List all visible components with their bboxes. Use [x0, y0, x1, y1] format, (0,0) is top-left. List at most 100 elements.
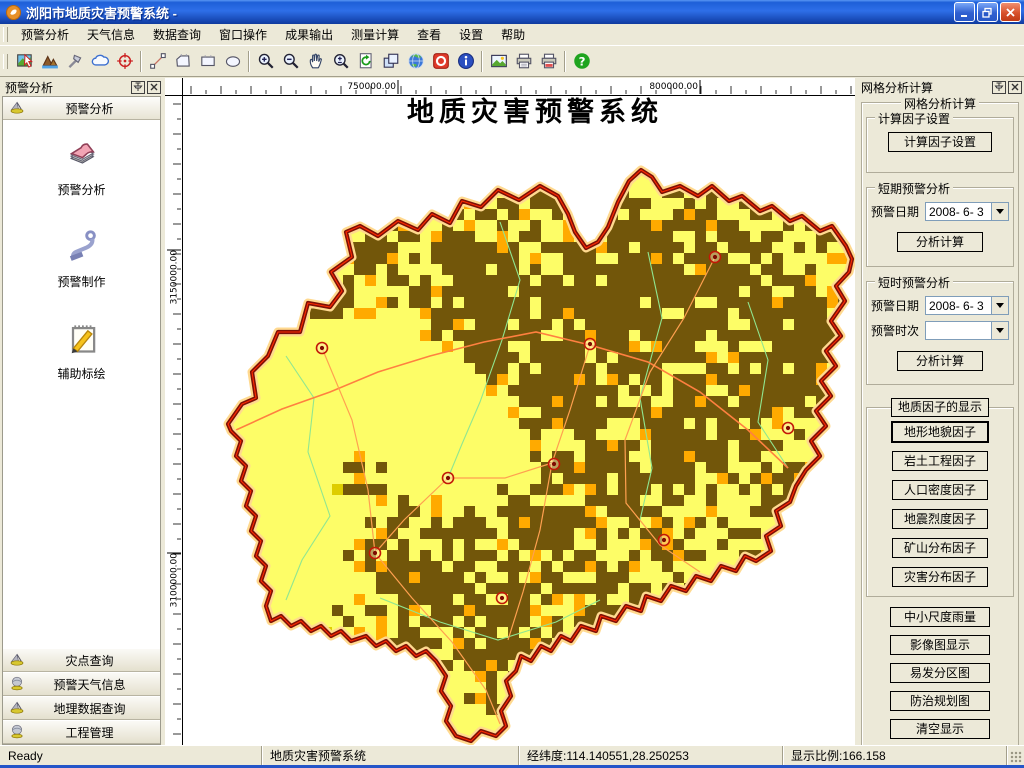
- menu-settings[interactable]: 设置: [450, 23, 492, 46]
- left-panel: 预警分析 预警分析 预警分析预警制作辅助标绘 灾点查询预警天气信息地理数据查询工…: [0, 78, 163, 745]
- map-document[interactable]: 750000.00800000.003150000.003100000.00 地…: [165, 78, 855, 745]
- stop-icon[interactable]: [428, 49, 453, 74]
- menu-help[interactable]: 帮助: [492, 23, 534, 46]
- short-time-date-value: 2008- 6- 3: [926, 297, 991, 314]
- restore-button[interactable]: [977, 2, 998, 22]
- nav-warning-produce[interactable]: 预警制作: [3, 228, 160, 290]
- nav-warning-analysis[interactable]: 预警分析: [3, 136, 160, 198]
- locate-icon[interactable]: [112, 49, 137, 74]
- close-icon[interactable]: [147, 81, 161, 94]
- short-term-date-combobox[interactable]: 2008- 6- 3: [925, 202, 1009, 221]
- nav-aux-plot[interactable]: 辅助标绘: [3, 320, 160, 382]
- terrain-icon[interactable]: [37, 49, 62, 74]
- menu-view[interactable]: 查看: [408, 23, 450, 46]
- zoom-out-icon[interactable]: [278, 49, 303, 74]
- hammer-icon[interactable]: [62, 49, 87, 74]
- menu-data-query[interactable]: 数据查询: [144, 23, 210, 46]
- sundial-icon: [9, 699, 25, 718]
- sundial-icon: [9, 651, 25, 670]
- polygon-tool-icon[interactable]: [170, 49, 195, 74]
- btn-geotech-factor[interactable]: 岩土工程因子: [892, 451, 988, 471]
- print-icon[interactable]: [511, 49, 536, 74]
- status-ready: Ready: [0, 746, 262, 765]
- chevron-down-icon[interactable]: [991, 297, 1008, 314]
- town-marker: [549, 459, 560, 470]
- btn-clear[interactable]: 清空显示: [890, 719, 990, 739]
- bottom-bar-label: 灾点查询: [25, 652, 154, 669]
- bar-disaster-query[interactable]: 灾点查询: [3, 648, 160, 672]
- btn-prevention-plan[interactable]: 防治规划图: [890, 691, 990, 711]
- short-time-date-combobox[interactable]: 2008- 6- 3: [925, 296, 1009, 315]
- menu-warning-analysis[interactable]: 预警分析: [12, 23, 78, 46]
- short-time-analyze-button[interactable]: 分析计算: [897, 351, 983, 371]
- title-bar: 浏阳市地质灾害预警系统 -: [0, 0, 1024, 24]
- right-panel: 网格分析计算 网格分析计算 计算因子设置 计算因子设置 短期预警分析 预警日期 …: [856, 78, 1024, 745]
- globe-icon[interactable]: [403, 49, 428, 74]
- right-panel-body: 网格分析计算 计算因子设置 计算因子设置 短期预警分析 预警日期 2008- 6…: [858, 96, 1022, 745]
- globe-stand-icon: [9, 723, 25, 742]
- toolbar-separator: [481, 51, 483, 72]
- short-time-date-label: 预警日期: [871, 297, 925, 314]
- short-time-session-combobox[interactable]: [925, 321, 1009, 340]
- rect-tool-icon[interactable]: [195, 49, 220, 74]
- info-icon[interactable]: [453, 49, 478, 74]
- short-term-date-value: 2008- 6- 3: [926, 203, 991, 220]
- svg-text:?: ?: [578, 54, 585, 68]
- menu-window-ops[interactable]: 窗口操作: [210, 23, 276, 46]
- btn-terrain-factor[interactable]: 地形地貌因子: [892, 422, 988, 442]
- cloud-icon[interactable]: [87, 49, 112, 74]
- town-marker: [710, 252, 721, 263]
- menu-bar: 预警分析天气信息数据查询窗口操作成果输出测量计算查看设置帮助: [0, 24, 1024, 46]
- short-term-date-label: 预警日期: [871, 203, 925, 220]
- btn-mine-factor[interactable]: 矿山分布因子: [892, 538, 988, 558]
- short-time-groupbox: 短时预警分析 预警日期 2008- 6- 3 预警时次 分析计算: [866, 281, 1014, 385]
- image-view-icon[interactable]: [486, 49, 511, 74]
- bar-warning-weather[interactable]: 预警天气信息: [3, 672, 160, 696]
- ellipse-tool-icon[interactable]: [220, 49, 245, 74]
- bar-project-mgmt[interactable]: 工程管理: [3, 720, 160, 744]
- menu-output[interactable]: 成果输出: [276, 23, 342, 46]
- zoom-extent-icon[interactable]: [328, 49, 353, 74]
- layers-icon[interactable]: [378, 49, 403, 74]
- globe-stand-icon: [9, 675, 25, 694]
- btn-disaster-factor[interactable]: 灾害分布因子: [892, 567, 988, 587]
- factor-display-header-button[interactable]: 地质因子的显示: [891, 398, 989, 417]
- btn-imagery[interactable]: 影像图显示: [890, 635, 990, 655]
- map-canvas[interactable]: 750000.00800000.003150000.003100000.00: [165, 78, 855, 745]
- line-tool-icon[interactable]: [145, 49, 170, 74]
- status-coordinates: 经纬度:114.140551,28.250253: [519, 746, 783, 765]
- pin-icon[interactable]: [131, 81, 145, 94]
- chevron-down-icon[interactable]: [991, 322, 1008, 339]
- pan-icon[interactable]: [303, 49, 328, 74]
- resize-grip[interactable]: [1007, 746, 1024, 765]
- close-button[interactable]: [1000, 2, 1021, 22]
- btn-rainfall[interactable]: 中小尺度雨量: [890, 607, 990, 627]
- map-select-icon[interactable]: [12, 49, 37, 74]
- btn-population-factor[interactable]: 人口密度因子: [892, 480, 988, 500]
- short-time-session-label: 预警时次: [871, 322, 925, 339]
- btn-susceptibility[interactable]: 易发分区图: [890, 663, 990, 683]
- menu-measure[interactable]: 测量计算: [342, 23, 408, 46]
- bottom-bar-label: 地理数据查询: [25, 700, 154, 717]
- minimize-button[interactable]: [954, 2, 975, 22]
- print-preview-icon[interactable]: [536, 49, 561, 74]
- menu-grip[interactable]: [3, 27, 8, 42]
- chevron-down-icon[interactable]: [991, 203, 1008, 220]
- status-bar: Ready 地质灾害预警系统 经纬度:114.140551,28.250253 …: [0, 745, 1024, 768]
- btn-seismic-factor[interactable]: 地震烈度因子: [892, 509, 988, 529]
- help-icon[interactable]: ?: [569, 49, 594, 74]
- refresh-icon[interactable]: [353, 49, 378, 74]
- bar-geo-data-query[interactable]: 地理数据查询: [3, 696, 160, 720]
- close-icon[interactable]: [1008, 81, 1022, 94]
- town-marker: [585, 339, 596, 350]
- short-term-analyze-button[interactable]: 分析计算: [897, 232, 983, 252]
- status-scale: 显示比例:166.158: [783, 746, 1007, 765]
- toolbar-separator: [564, 51, 566, 72]
- factor-setting-button[interactable]: 计算因子设置: [888, 132, 992, 152]
- short-time-session-value: [926, 322, 991, 339]
- left-section-header[interactable]: 预警分析: [3, 97, 160, 120]
- pin-icon[interactable]: [992, 81, 1006, 94]
- menu-weather-info[interactable]: 天气信息: [78, 23, 144, 46]
- toolbar-grip[interactable]: [3, 54, 8, 69]
- zoom-in-icon[interactable]: [253, 49, 278, 74]
